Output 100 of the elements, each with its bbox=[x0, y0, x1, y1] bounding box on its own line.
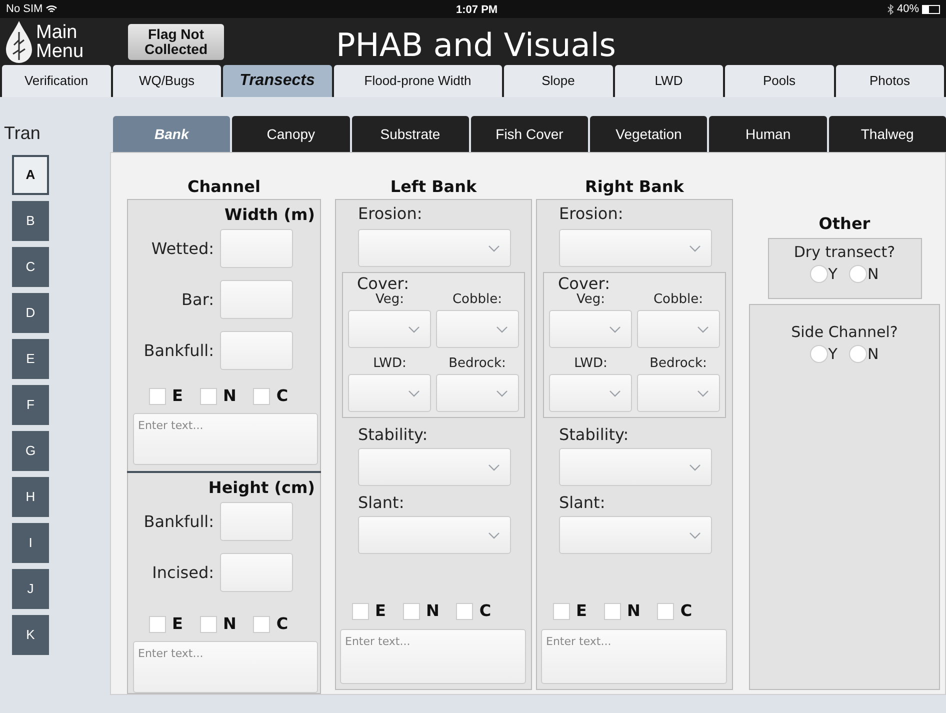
number-field[interactable] bbox=[220, 331, 293, 370]
nav-tab[interactable]: Pools bbox=[725, 65, 834, 97]
sub-tab[interactable]: Human bbox=[709, 116, 827, 152]
leaf-icon bbox=[4, 20, 34, 64]
checkbox[interactable] bbox=[456, 602, 474, 620]
bluetooth-icon bbox=[886, 4, 894, 14]
dropdown[interactable] bbox=[358, 448, 511, 486]
sub-tab[interactable]: Fish Cover bbox=[470, 116, 588, 152]
dropdown[interactable] bbox=[549, 374, 632, 412]
chevron-down-icon bbox=[689, 464, 701, 470]
checkbox-label: N bbox=[626, 600, 640, 622]
nav-tab[interactable]: Verification bbox=[2, 65, 110, 97]
radio-button[interactable] bbox=[849, 265, 868, 284]
radio-button[interactable] bbox=[810, 345, 828, 364]
field-label: Incised: bbox=[152, 562, 214, 584]
transect-label: Tran bbox=[4, 122, 40, 144]
field-label: Stability: bbox=[358, 424, 429, 446]
field-label: Cover: bbox=[357, 275, 410, 292]
nav-tab[interactable]: WQ/Bugs bbox=[112, 65, 221, 97]
notes-field[interactable]: Enter text... bbox=[541, 629, 727, 684]
field-label: Bar: bbox=[182, 288, 214, 310]
nav-tab[interactable]: Slope bbox=[504, 65, 612, 97]
wifi-icon bbox=[46, 4, 57, 14]
checkbox-label: C bbox=[276, 385, 288, 407]
radio-label: Y bbox=[828, 344, 838, 365]
transect-button[interactable]: I bbox=[12, 523, 49, 563]
section-heading: Height (cm) bbox=[207, 477, 315, 499]
checkbox-label: C bbox=[479, 600, 492, 622]
sub-tab[interactable]: Substrate bbox=[352, 116, 469, 152]
dropdown[interactable] bbox=[436, 310, 518, 348]
notes-field[interactable]: Enter text... bbox=[133, 641, 318, 693]
transect-button[interactable]: A bbox=[12, 155, 49, 195]
chevron-down-icon bbox=[488, 464, 500, 470]
dropdown[interactable] bbox=[636, 374, 720, 412]
radio-button[interactable] bbox=[810, 265, 828, 284]
field-label: LWD: bbox=[373, 356, 406, 372]
checkbox[interactable] bbox=[553, 602, 570, 620]
dropdown[interactable] bbox=[436, 374, 518, 412]
checkbox[interactable] bbox=[149, 616, 166, 632]
transect-button[interactable]: J bbox=[12, 569, 49, 609]
battery-icon bbox=[922, 4, 940, 14]
field-label: Cobble: bbox=[452, 292, 502, 308]
checkbox[interactable] bbox=[149, 388, 166, 404]
field-label: Wetted: bbox=[151, 238, 214, 260]
number-field[interactable] bbox=[220, 229, 293, 268]
nav-tab[interactable]: Photos bbox=[836, 65, 944, 97]
checkbox-label: E bbox=[172, 385, 183, 407]
checkbox[interactable] bbox=[200, 616, 217, 632]
nav-tab[interactable]: LWD bbox=[614, 65, 723, 97]
question-label: Dry transect? bbox=[794, 243, 896, 262]
transect-button[interactable]: E bbox=[12, 339, 49, 379]
chevron-down-icon bbox=[488, 244, 500, 252]
transect-button[interactable]: C bbox=[12, 247, 49, 287]
dropdown[interactable] bbox=[559, 516, 712, 554]
section-title: Other bbox=[818, 213, 870, 235]
transect-button[interactable]: B bbox=[12, 201, 49, 241]
field-label: Bankfull: bbox=[144, 510, 214, 532]
checkbox[interactable] bbox=[200, 388, 217, 404]
flag-not-collected-button[interactable]: Flag Not Collected bbox=[128, 24, 224, 60]
dropdown[interactable] bbox=[559, 229, 712, 267]
number-field[interactable] bbox=[220, 553, 293, 592]
number-field[interactable] bbox=[220, 502, 293, 541]
section-title: Channel bbox=[186, 176, 262, 198]
notes-field[interactable]: Enter text... bbox=[340, 629, 526, 684]
checkbox[interactable] bbox=[253, 388, 270, 404]
section-title: Right Bank bbox=[584, 176, 685, 198]
checkbox[interactable] bbox=[657, 602, 674, 620]
number-field[interactable] bbox=[220, 280, 293, 319]
dropdown[interactable] bbox=[358, 516, 511, 554]
checkbox-label: E bbox=[576, 600, 587, 622]
field-label: Stability: bbox=[559, 424, 630, 446]
checkbox[interactable] bbox=[604, 602, 621, 620]
checkbox[interactable] bbox=[402, 602, 420, 620]
checkbox[interactable] bbox=[253, 616, 270, 632]
carrier-text: No SIM bbox=[6, 2, 43, 17]
nav-tab[interactable]: Transects bbox=[223, 65, 332, 97]
transect-button[interactable]: G bbox=[12, 431, 49, 471]
sub-tab[interactable]: Bank bbox=[113, 116, 230, 152]
dropdown[interactable] bbox=[358, 229, 511, 267]
nav-tab[interactable]: Flood-prone Width bbox=[334, 65, 502, 97]
transect-button[interactable]: H bbox=[12, 477, 49, 517]
checkbox[interactable] bbox=[352, 602, 369, 620]
notes-field[interactable]: Enter text... bbox=[133, 413, 318, 465]
sub-tab[interactable]: Vegetation bbox=[590, 116, 708, 152]
radio-button[interactable] bbox=[849, 345, 868, 364]
dropdown[interactable] bbox=[549, 310, 632, 348]
dropdown[interactable] bbox=[348, 374, 431, 412]
transect-button[interactable]: K bbox=[12, 615, 49, 655]
checkbox-label: N bbox=[426, 600, 440, 622]
sub-tab[interactable]: Thalweg bbox=[828, 116, 946, 152]
dropdown[interactable] bbox=[559, 448, 712, 486]
sub-tab[interactable]: Canopy bbox=[232, 116, 350, 152]
chevron-down-icon bbox=[609, 390, 621, 396]
dropdown[interactable] bbox=[636, 310, 720, 348]
main-menu-button[interactable]: Main Menu bbox=[4, 20, 86, 64]
transect-button[interactable]: F bbox=[12, 385, 49, 425]
checkbox-label: E bbox=[375, 600, 386, 622]
transect-button[interactable]: D bbox=[12, 293, 49, 333]
dropdown[interactable] bbox=[348, 310, 431, 348]
chevron-down-icon bbox=[408, 326, 420, 332]
